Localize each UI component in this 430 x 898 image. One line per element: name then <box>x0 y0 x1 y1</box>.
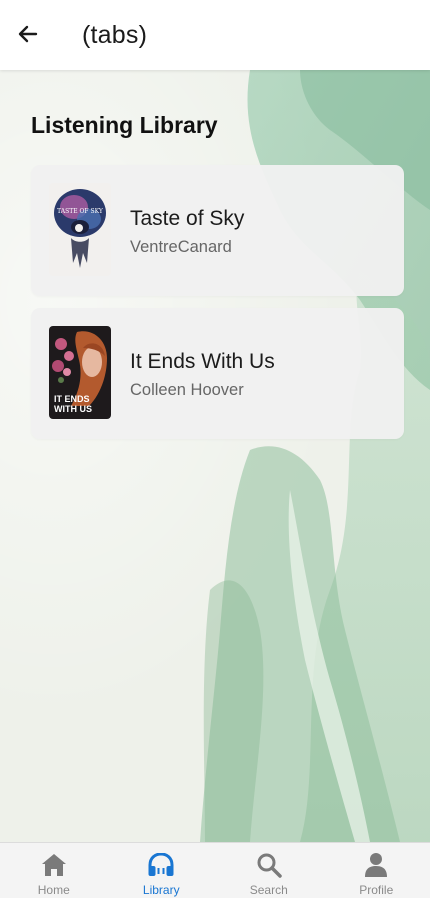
search-icon <box>255 852 283 878</box>
book-card-it-ends-with-us[interactable]: IT ENDS WITH US It Ends With Us Colleen … <box>31 308 404 439</box>
header-title: (tabs) <box>82 21 148 49</box>
book-title: Taste of Sky <box>130 207 245 230</box>
book-card-taste-of-sky[interactable]: TASTE OF SKY Taste of Sky VentreCanard <box>31 165 404 296</box>
nav-label-profile: Profile <box>359 883 394 897</box>
nav-home[interactable]: Home <box>0 843 108 898</box>
cover-title-text: TASTE OF SKY <box>57 208 104 215</box>
book-author: Colleen Hoover <box>130 381 244 399</box>
cover-title-line2: WITH US <box>54 404 92 414</box>
bottom-navigation: Home Library Search Profile <box>0 842 430 898</box>
book-cover-image: TASTE OF SKY <box>49 183 111 276</box>
person-icon <box>362 852 390 878</box>
headphones-icon <box>147 852 175 878</box>
arrow-left-icon <box>18 25 38 43</box>
book-cover-image: IT ENDS WITH US <box>49 326 111 419</box>
book-author: VentreCanard <box>130 238 232 256</box>
nav-label-library: Library <box>142 883 180 897</box>
nav-label-home: Home <box>37 883 70 897</box>
nav-search[interactable]: Search <box>215 843 323 898</box>
cover-title-line1: IT ENDS <box>54 394 90 404</box>
app-header: (tabs) <box>0 0 430 70</box>
nav-profile[interactable]: Profile <box>323 843 430 898</box>
section-title: Listening Library <box>31 112 218 138</box>
book-title: It Ends With Us <box>130 350 275 373</box>
nav-label-search: Search <box>249 883 288 897</box>
home-icon <box>40 852 68 878</box>
back-button[interactable] <box>14 20 42 48</box>
nav-library[interactable]: Library <box>108 843 216 898</box>
